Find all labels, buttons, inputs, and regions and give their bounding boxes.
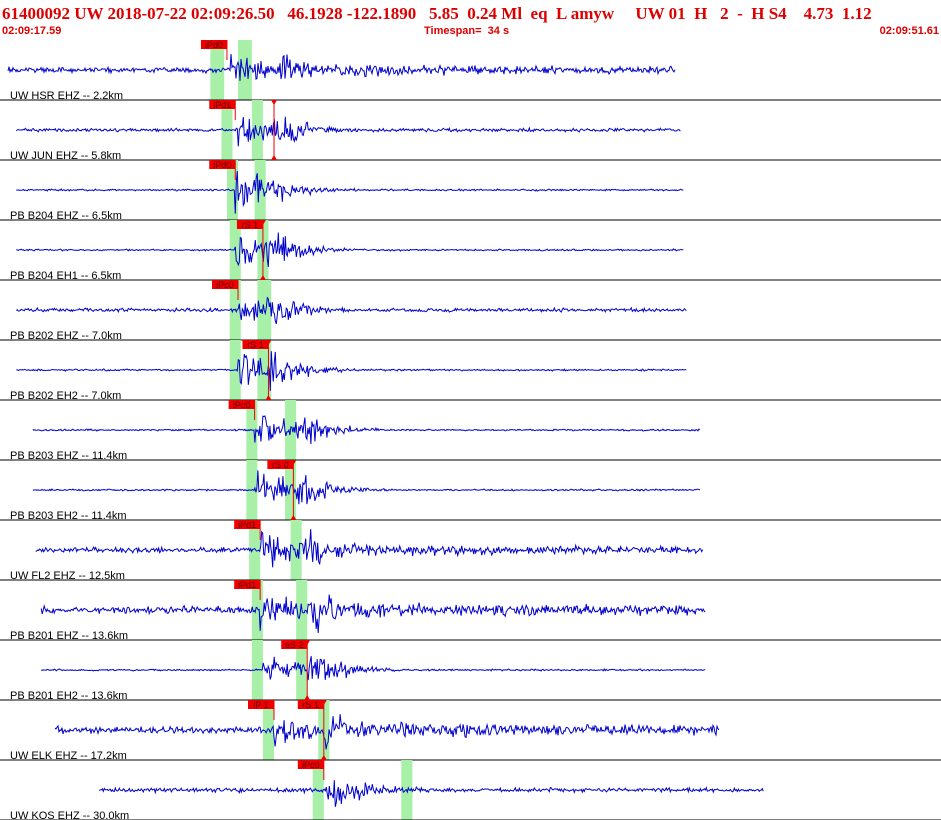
- pick-label: iPc0: [216, 280, 234, 290]
- pick-label: iPc0: [233, 400, 251, 410]
- waveform: [16, 351, 687, 391]
- waveform: [16, 232, 684, 268]
- trace-panel: rS 1 PB B204 EH1 -- 6.5km: [0, 220, 941, 282]
- pick-label: rS 1: [247, 340, 264, 350]
- start-time: 02:09:17.59: [2, 25, 62, 37]
- station-label: PB B201 EHZ -- 13.6km: [10, 630, 128, 642]
- pick-marker: [270, 155, 277, 160]
- station-label: UW ELK EHZ -- 17.2km: [10, 750, 127, 762]
- station-label: PB B201 EH2 -- 13.6km: [10, 690, 127, 702]
- pick-flag: rS 1: [297, 700, 324, 710]
- pick-label: iP 1: [253, 700, 268, 710]
- trace-panel: iPc0 PB B202 EHZ -- 7.0km: [0, 280, 941, 342]
- station-label: UW JUN EHZ -- 5.8km: [10, 150, 121, 162]
- station-label: PB B204 EHZ -- 6.5km: [10, 210, 122, 222]
- trace-panel: rS 0 PB B203 EH2 -- 11.4km: [0, 460, 941, 522]
- waveform: [15, 116, 681, 147]
- station-label: UW KOS EHZ -- 30.0km: [10, 810, 129, 820]
- pick-marker: [270, 100, 277, 105]
- pick-label: rS 0: [272, 460, 289, 470]
- trace-panel: iPd0 UW HSR EHZ -- 2.2km: [0, 40, 941, 102]
- station-label: PB B202 EH2 -- 7.0km: [10, 390, 121, 402]
- waveform: [54, 714, 720, 750]
- station-label: UW FL2 EHZ -- 12.5km: [10, 570, 125, 582]
- waveform: [32, 415, 701, 445]
- trace-panel: rS 1 PB B202 EH2 -- 7.0km: [0, 340, 941, 402]
- pick-flag: iPd0: [200, 40, 227, 50]
- waveform: [41, 656, 706, 681]
- waveform: [99, 780, 764, 807]
- pick-flag: iPc0: [228, 400, 255, 410]
- pick-flag: eS 2: [281, 640, 308, 650]
- trace-panel: iPd0 PB B204 EHZ -- 6.5km: [0, 160, 941, 222]
- pick-flag: rS 1: [236, 220, 263, 230]
- pick-label: rS 1: [303, 700, 320, 710]
- timespan: Timespan= 34 s: [424, 25, 510, 37]
- trace-panel: iP 1 rS 1 UW ELK EHZ -- 17.2km: [0, 700, 941, 762]
- waveform: [7, 53, 676, 81]
- station-label: UW HSR EHZ -- 2.2km: [10, 90, 123, 102]
- pick-label: iPc0: [302, 760, 320, 770]
- trace-panel: eS 2 PB B201 EH2 -- 13.6km: [0, 640, 941, 702]
- trace-panel: iPd1 PB B201 EHZ -- 13.6km: [0, 580, 941, 642]
- waveform: [40, 594, 706, 634]
- trace-panel: iPd1 UW JUN EHZ -- 5.8km: [0, 100, 941, 162]
- pick-label: eS 2: [285, 640, 304, 650]
- station-label: PB B203 EHZ -- 11.4km: [10, 450, 127, 462]
- event-summary: 61400092 UW 2018-07-22 02:09:26.50 46.19…: [2, 4, 872, 23]
- pick-label: iPd1: [213, 100, 231, 110]
- waveform: [35, 529, 704, 568]
- pick-flag: iPd1: [234, 520, 261, 530]
- pick-flag: iP 1: [247, 700, 274, 710]
- pick-label: iPd1: [238, 580, 256, 590]
- pick-flag: iPd1: [234, 580, 261, 590]
- pick-label: iPd0: [205, 40, 223, 50]
- pick-flag: iPc0: [212, 280, 239, 290]
- waveform: [32, 470, 701, 505]
- station-label: PB B203 EH2 -- 11.4km: [10, 510, 127, 522]
- station-label: PB B204 EH1 -- 6.5km: [10, 270, 121, 282]
- trace-panel: iPd1 UW FL2 EHZ -- 12.5km: [0, 520, 941, 582]
- pick-label: iPd0: [213, 160, 231, 170]
- event-header: 61400092 UW 2018-07-22 02:09:26.50 46.19…: [0, 0, 941, 40]
- seismogram-plot[interactable]: iPd0 UW HSR EHZ -- 2.2km iPd1 UW JUN EHZ --…: [0, 0, 941, 820]
- end-time: 02:09:51.61: [879, 25, 939, 37]
- pick-flag: iPd0: [209, 160, 236, 170]
- trace-panel: iPc0 PB B203 EHZ -- 11.4km: [0, 400, 941, 462]
- waveform: [16, 171, 684, 214]
- pick-flag: iPd1: [209, 100, 236, 110]
- waveform: [15, 296, 687, 325]
- trace-panel: iPc0 UW KOS EHZ -- 30.0km: [0, 760, 941, 820]
- pick-label: iPd1: [238, 520, 256, 530]
- station-label: PB B202 EHZ -- 7.0km: [10, 330, 122, 342]
- pick-flag: rS 0: [267, 460, 294, 470]
- analysis-window: [290, 520, 302, 580]
- pick-flag: rS 1: [242, 340, 269, 350]
- pick-flag: iPc0: [297, 760, 324, 770]
- pick-label: rS 1: [242, 220, 259, 230]
